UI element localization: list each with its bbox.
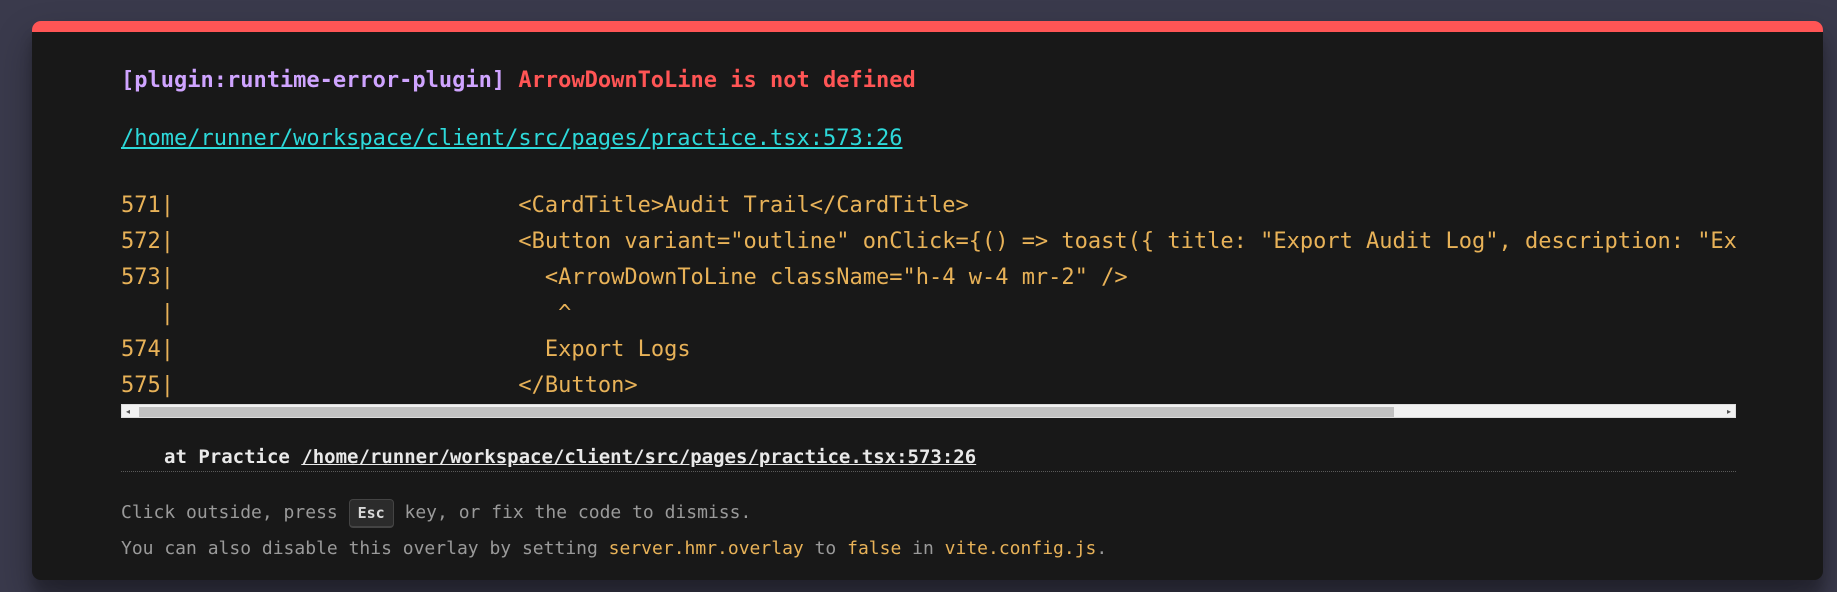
scroll-right-icon[interactable]: ▸ bbox=[1723, 406, 1735, 418]
tip-text: You can also disable this overlay by set… bbox=[121, 538, 609, 559]
code-line-caret: | ^ bbox=[121, 296, 1736, 332]
error-text: ArrowDownToLine is not defined bbox=[518, 68, 916, 93]
code-line: 571| <CardTitle>Audit Trail</CardTitle> bbox=[121, 193, 969, 218]
tip-text: key, or fix the code to dismiss. bbox=[393, 502, 752, 523]
line-code: Export Logs bbox=[174, 337, 691, 362]
config-file-name: vite.config.js bbox=[944, 538, 1097, 559]
line-number: 572 bbox=[121, 229, 161, 254]
tip-text: in bbox=[901, 538, 945, 559]
tip-text: . bbox=[1096, 538, 1108, 559]
scrollbar-thumb[interactable] bbox=[139, 407, 1394, 417]
line-number: 571 bbox=[121, 193, 161, 218]
line-code: ^ bbox=[174, 301, 572, 326]
line-number: 575 bbox=[121, 373, 161, 398]
line-number: 574 bbox=[121, 337, 161, 362]
code-line: 575| </Button> bbox=[121, 373, 638, 398]
line-code: <Button variant="outline" onClick={() =>… bbox=[174, 229, 1736, 254]
line-number bbox=[121, 301, 161, 326]
setting-value: false bbox=[847, 538, 902, 559]
tip-text: Click outside, press bbox=[121, 502, 349, 523]
line-code: </Button> bbox=[174, 373, 638, 398]
stack-prefix: at Practice bbox=[164, 446, 302, 468]
disable-overlay-tip: You can also disable this overlay by set… bbox=[121, 534, 1107, 564]
stack-trace: at Practice /home/runner/workspace/clien… bbox=[164, 444, 976, 470]
stack-file-link[interactable]: /home/runner/workspace/client/src/pages/… bbox=[301, 446, 976, 468]
line-code: <CardTitle>Audit Trail</CardTitle> bbox=[174, 193, 969, 218]
esc-key: Esc bbox=[348, 498, 394, 528]
divider bbox=[121, 471, 1736, 472]
line-code: <ArrowDownToLine className="h-4 w-4 mr-2… bbox=[174, 265, 1128, 290]
horizontal-scrollbar[interactable]: ◂ ▸ bbox=[121, 404, 1736, 418]
scroll-left-icon[interactable]: ◂ bbox=[122, 406, 134, 418]
error-overlay-window: [plugin:runtime-error-plugin] ArrowDownT… bbox=[32, 21, 1823, 580]
plugin-label: [plugin:runtime-error-plugin] bbox=[121, 68, 506, 93]
error-message: [plugin:runtime-error-plugin] ArrowDownT… bbox=[121, 66, 916, 96]
tip-text: to bbox=[803, 538, 848, 559]
code-frame[interactable]: 571| <CardTitle>Audit Trail</CardTitle> … bbox=[121, 188, 1736, 419]
setting-name: server.hmr.overlay bbox=[608, 538, 804, 559]
code-line: 573| <ArrowDownToLine className="h-4 w-4… bbox=[121, 265, 1128, 290]
dismiss-tip: Click outside, press Esc key, or fix the… bbox=[121, 498, 751, 528]
code-line: 574| Export Logs bbox=[121, 337, 691, 362]
code-line: 572| <Button variant="outline" onClick={… bbox=[121, 224, 1736, 260]
error-file-link[interactable]: /home/runner/workspace/client/src/pages/… bbox=[121, 124, 902, 154]
line-number: 573 bbox=[121, 265, 161, 290]
